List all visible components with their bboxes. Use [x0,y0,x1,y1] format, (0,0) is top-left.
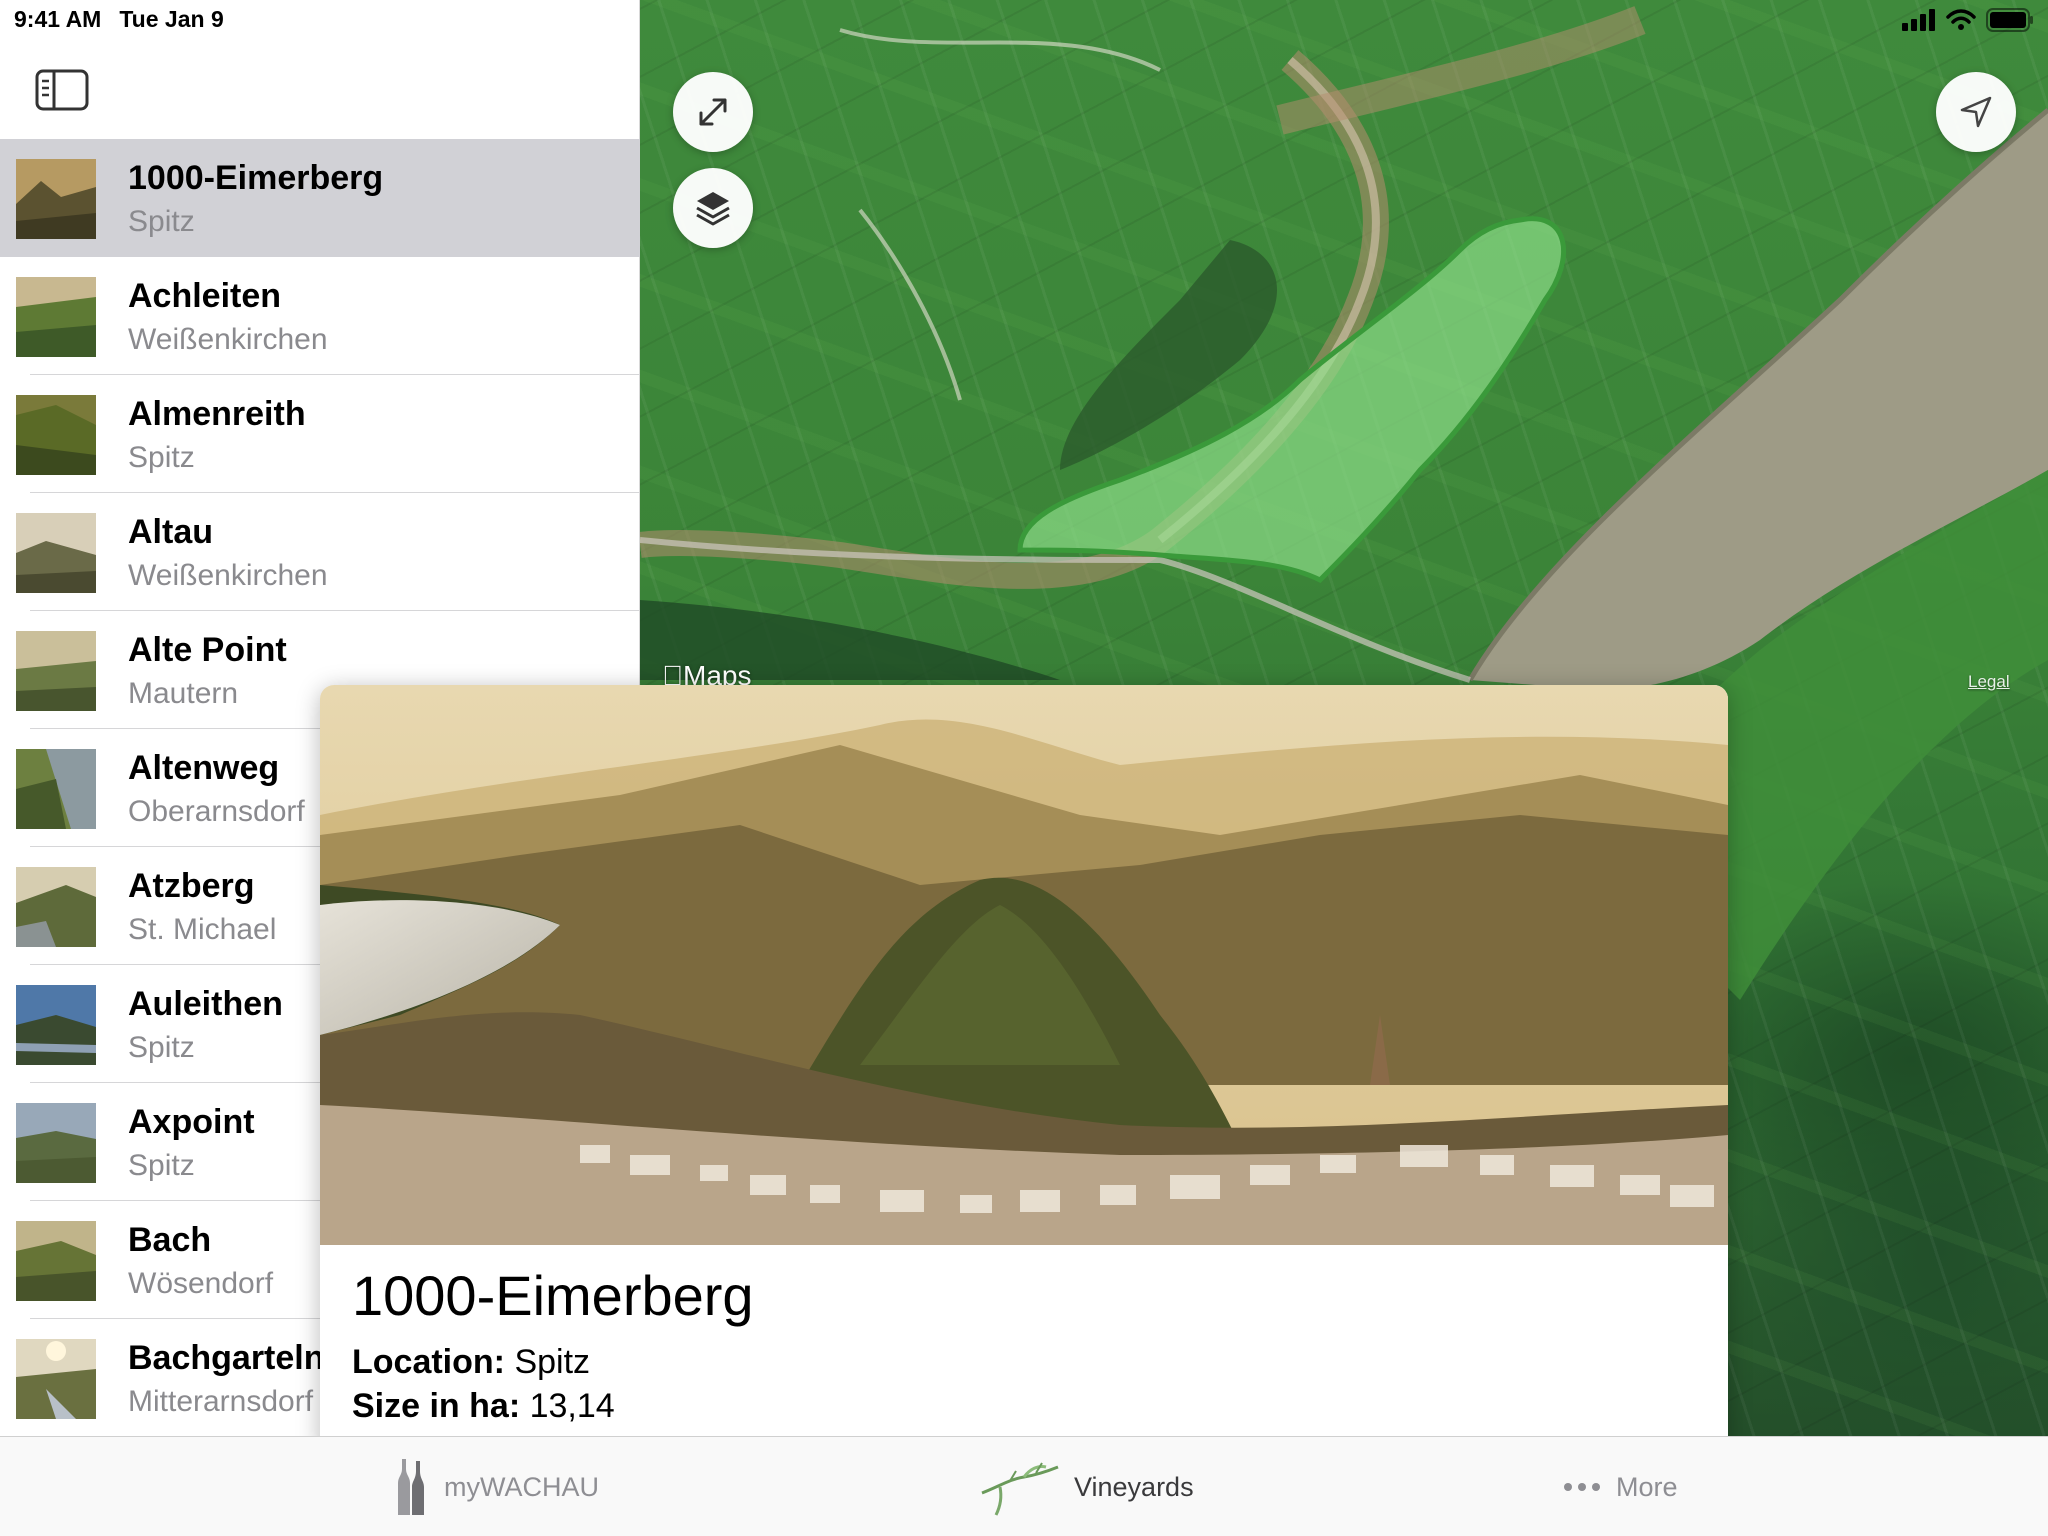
legal-link[interactable]: Legal [1968,672,2010,692]
vineyard-thumbnail [16,749,96,829]
location-label: Location: [352,1343,505,1381]
vineyard-thumbnail [16,1339,96,1419]
tab-more[interactable]: More [1562,1437,1678,1536]
vineyard-name: Alte Point [128,631,287,669]
size-label: Size in ha: [352,1387,521,1425]
vineyard-thumbnail [16,631,96,711]
expand-map-button[interactable] [673,72,753,152]
detail-size: Size in ha: 13,14 [352,1387,615,1426]
vineyard-detail-card[interactable]: 1000-Eimerberg Location: Spitz Size in h… [320,685,1728,1455]
vineyard-name: Axpoint [128,1103,255,1141]
vineyard-name: Bachgarteln [128,1339,325,1377]
vineyard-row[interactable]: 1000-Eimerberg Spitz [0,139,640,257]
wine-bottles-icon [398,1459,424,1515]
wifi-icon [1946,9,1976,30]
vineyard-town: Spitz [128,1031,195,1064]
vineyard-name: Auleithen [128,985,283,1023]
location-arrow-icon [1960,96,1992,128]
vineyard-name: Bach [128,1221,212,1259]
vineyard-town: Mautern [128,677,239,710]
vineyard-name: Atzberg [128,867,255,905]
vineyard-town: Mitterarnsdorf [128,1385,314,1418]
locate-me-button[interactable] [1936,72,2016,152]
cellular-signal-icon [1902,9,1935,31]
tab-label: More [1616,1471,1678,1502]
vineyard-town: Spitz [128,205,195,238]
village [1276,6,1646,135]
status-date: Tue Jan 9 [119,6,224,32]
vineyard-name: Altenweg [128,749,280,787]
tab-mywachau[interactable]: myWACHAU [390,1437,599,1536]
vineyard-photo [320,685,1728,1245]
vineyard-thumbnail [16,1221,96,1301]
vineyard-thumbnail [16,277,96,357]
layers-icon [696,192,730,226]
more-dots-icon [1564,1483,1600,1491]
vineyard-thumbnail [16,867,96,947]
vineyard-town: Oberarnsdorf [128,795,305,828]
detail-title: 1000-Eimerberg [352,1264,754,1327]
vineyard-town: Spitz [128,441,195,474]
battery-icon [1986,8,2033,32]
map-layers-button[interactable] [673,168,753,248]
status-clock: 9:41 AM [14,6,102,32]
tab-vineyards[interactable]: Vineyards [980,1437,1194,1536]
location-value: Spitz [514,1343,591,1381]
detail-location: Location: Spitz [352,1343,590,1382]
vineyard-thumbnail [16,1103,96,1183]
vine-icon [981,1462,1059,1516]
vineyard-name: 1000-Eimerberg [128,159,384,197]
vineyard-thumbnail [16,513,96,593]
vineyard-thumbnail [16,395,96,475]
vineyard-row[interactable]: Almenreith Spitz [0,375,640,493]
tab-bar: myWACHAU Vineyards More [0,1436,2048,1536]
vineyard-row[interactable]: Achleiten Weißenkirchen [0,257,640,375]
vineyard-town: St. Michael [128,913,277,946]
road [858,208,962,401]
vineyard-name: Altau [128,513,213,551]
status-time: 9:41 AM Tue Jan 9 [14,6,242,33]
tab-label: myWACHAU [444,1471,599,1502]
vineyard-name: Achleiten [128,277,282,315]
vineyard-row[interactable]: Altau Weißenkirchen [0,493,640,611]
road [839,28,1161,72]
tab-label: Vineyards [1074,1471,1194,1502]
vineyard-town: Spitz [128,1149,195,1182]
vineyard-town: Weißenkirchen [128,323,328,356]
vineyard-name: Almenreith [128,395,306,433]
vineyard-thumbnail [16,159,96,239]
vineyard-thumbnail [16,985,96,1065]
expand-arrows-icon [699,98,727,126]
status-indicators [1902,8,2034,32]
vineyard-town: Weißenkirchen [128,559,328,592]
sidebar-toggle-icon[interactable] [34,66,90,114]
size-value: 13,14 [529,1387,615,1425]
vineyard-town: Wösendorf [128,1267,274,1300]
